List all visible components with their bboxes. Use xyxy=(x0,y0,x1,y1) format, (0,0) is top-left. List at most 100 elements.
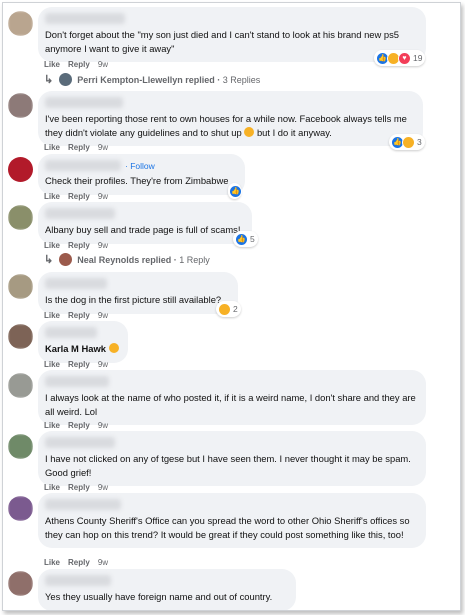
blurred-name xyxy=(45,575,111,586)
comment-text: Is the dog in the first picture still av… xyxy=(45,294,222,305)
timestamp[interactable]: 9w xyxy=(98,143,108,152)
blurred-name xyxy=(45,327,97,338)
comment-actions: Like Reply 9w xyxy=(44,192,116,201)
timestamp[interactable]: 9w xyxy=(98,360,108,369)
reply-arrow-icon: ↳ xyxy=(44,254,54,266)
like-button[interactable]: Like xyxy=(44,360,60,369)
comment-actions: Like Reply 9w xyxy=(44,360,116,369)
like-button[interactable]: Like xyxy=(44,483,60,492)
laughing-emoji-icon xyxy=(244,126,255,137)
like-button[interactable]: Like xyxy=(44,311,60,320)
reply-button[interactable]: Reply xyxy=(68,60,90,69)
like-button[interactable]: Like xyxy=(44,192,60,201)
reactions[interactable]: 👍 xyxy=(228,183,242,199)
comment-bubble: I've been reporting those rent to own ho… xyxy=(38,91,423,146)
like-button[interactable]: Like xyxy=(44,558,60,567)
comment-text: Albany buy sell and trade page is full o… xyxy=(45,224,241,235)
view-replies[interactable]: ↳ Neal Reynolds replied · 1 Reply xyxy=(44,253,210,266)
avatar[interactable] xyxy=(8,11,33,36)
avatar[interactable] xyxy=(8,93,33,118)
comment-bubble: · Follow Check their profiles. They're f… xyxy=(38,154,245,195)
like-icon: 👍 xyxy=(235,232,248,246)
blurred-name xyxy=(45,208,115,219)
reply-button[interactable]: Reply xyxy=(68,192,90,201)
like-button[interactable]: Like xyxy=(44,421,60,430)
comment-bubble: I have not clicked on any of tgese but I… xyxy=(38,431,426,486)
replier-name: Perri Kempton-Llewellyn replied xyxy=(77,74,215,85)
timestamp[interactable]: 9w xyxy=(98,241,108,250)
blurred-name xyxy=(45,13,125,24)
reply-count: 1 Reply xyxy=(179,254,210,265)
comment-text: Check their profiles. They're from Zimba… xyxy=(45,175,229,186)
comment-actions: Like Reply 9w xyxy=(44,421,116,430)
comment-bubble: Karla M Hawk xyxy=(38,321,128,363)
blurred-name xyxy=(45,376,109,387)
comment-text: I have not clicked on any of tgese but I… xyxy=(45,453,411,478)
comment-actions: Like Reply 9w xyxy=(44,241,116,250)
avatar[interactable] xyxy=(8,324,33,349)
reply-button[interactable]: Reply xyxy=(68,360,90,369)
avatar[interactable] xyxy=(8,274,33,299)
avatar[interactable] xyxy=(8,434,33,459)
like-button[interactable]: Like xyxy=(44,60,60,69)
reply-button[interactable]: Reply xyxy=(68,421,90,430)
smile-emoji-icon xyxy=(108,343,119,353)
view-replies[interactable]: ↳ Perri Kempton-Llewellyn replied · 3 Re… xyxy=(44,73,260,86)
comment-bubble: I always look at the name of who posted … xyxy=(38,370,426,425)
blurred-name xyxy=(45,437,115,448)
reactions[interactable]: 👍 ♥ 19 xyxy=(374,50,426,66)
reply-arrow-icon: ↳ xyxy=(44,74,54,86)
comment-text: Don't forget about the "my son just died… xyxy=(45,29,399,54)
timestamp[interactable]: 9w xyxy=(98,421,108,430)
reply-button[interactable]: Reply xyxy=(68,143,90,152)
timestamp[interactable]: 9w xyxy=(98,483,108,492)
reply-count: 3 Replies xyxy=(222,74,261,85)
comment-actions: Like Reply 9w xyxy=(44,60,116,69)
tagged-name[interactable]: Karla M Hawk xyxy=(45,343,106,354)
replier-name: Neal Reynolds replied xyxy=(77,254,172,265)
reactions[interactable]: 👍 3 xyxy=(389,134,425,150)
comment-actions: Like Reply 9w xyxy=(44,558,116,567)
blurred-name xyxy=(45,499,121,510)
comment-bubble: Athens County Sheriff's Office can you s… xyxy=(38,493,426,548)
laugh-icon xyxy=(218,302,231,316)
avatar[interactable] xyxy=(8,205,33,230)
like-button[interactable]: Like xyxy=(44,241,60,250)
reply-button[interactable]: Reply xyxy=(68,558,90,567)
follow-link[interactable]: · Follow xyxy=(125,161,155,171)
sad-icon xyxy=(402,135,415,149)
timestamp[interactable]: 9w xyxy=(98,311,108,320)
avatar[interactable] xyxy=(8,157,33,182)
avatar xyxy=(59,73,73,86)
comment-bubble: Don't forget about the "my son just died… xyxy=(38,7,426,62)
comment-text: I've been reporting those rent to own ho… xyxy=(45,113,407,138)
blurred-name xyxy=(45,97,123,108)
comment-text: Karla M Hawk xyxy=(45,342,120,356)
like-icon: 👍 xyxy=(229,184,242,198)
comment-actions: Like Reply 9w xyxy=(44,311,116,320)
blurred-name xyxy=(45,160,121,171)
avatar[interactable] xyxy=(8,373,33,398)
timestamp[interactable]: 9w xyxy=(98,558,108,567)
reactions[interactable]: 2 xyxy=(216,301,241,317)
comment-actions: Like Reply 9w xyxy=(44,143,116,152)
reactions[interactable]: 👍 5 xyxy=(233,231,258,247)
blurred-name xyxy=(45,278,107,289)
comment-text: Athens County Sheriff's Office can you s… xyxy=(45,515,410,540)
timestamp[interactable]: 9w xyxy=(98,192,108,201)
comment-text: Yes they usually have foreign name and o… xyxy=(45,591,273,602)
comment-bubble: Yes they usually have foreign name and o… xyxy=(38,569,296,610)
avatar xyxy=(59,253,73,266)
reply-button[interactable]: Reply xyxy=(68,241,90,250)
avatar[interactable] xyxy=(8,571,33,596)
reply-button[interactable]: Reply xyxy=(68,311,90,320)
comment-bubble: Albany buy sell and trade page is full o… xyxy=(38,202,252,244)
love-icon: ♥ xyxy=(398,51,411,65)
avatar[interactable] xyxy=(8,496,33,521)
timestamp[interactable]: 9w xyxy=(98,60,108,69)
like-button[interactable]: Like xyxy=(44,143,60,152)
comment-text: I always look at the name of who posted … xyxy=(45,392,416,417)
reply-button[interactable]: Reply xyxy=(68,483,90,492)
comment-actions: Like Reply 9w xyxy=(44,483,116,492)
comment-bubble: Is the dog in the first picture still av… xyxy=(38,272,238,314)
